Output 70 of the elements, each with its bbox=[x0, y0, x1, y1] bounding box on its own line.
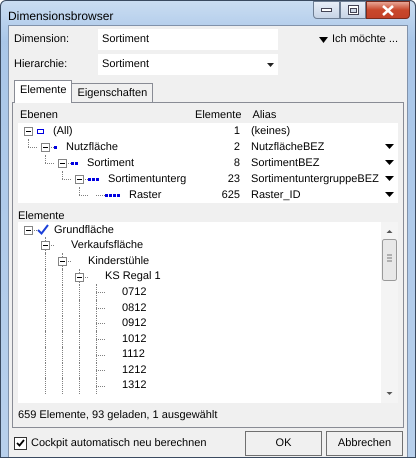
dropdown-arrow-icon[interactable] bbox=[385, 176, 394, 182]
tree-item[interactable]: 0812 bbox=[122, 300, 146, 316]
close-button[interactable] bbox=[366, 1, 410, 19]
tree-item[interactable]: 1012 bbox=[122, 330, 146, 348]
tree-item[interactable]: Grundfläche bbox=[54, 222, 114, 238]
column-header[interactable]: Elemente bbox=[195, 107, 242, 124]
tree-item[interactable]: 0912 bbox=[122, 315, 146, 332]
checkbox-label[interactable]: Cockpit automatisch neu berechnen bbox=[31, 434, 206, 452]
level-icon bbox=[71, 162, 79, 164]
tab[interactable]: Elemente bbox=[14, 80, 72, 103]
level-name: Sortimentunterg bbox=[108, 172, 186, 187]
count-cell-text: 23 bbox=[226, 172, 240, 187]
dialog-button[interactable]: Abbrechen bbox=[326, 430, 403, 456]
level-name: Raster bbox=[129, 188, 162, 203]
column-header[interactable]: Ebenen bbox=[18, 107, 195, 124]
collapse-toggle[interactable] bbox=[41, 143, 50, 152]
maximize-button[interactable] bbox=[340, 1, 366, 19]
dropdown-arrow-icon[interactable] bbox=[385, 160, 394, 166]
collapse-toggle[interactable] bbox=[58, 159, 67, 168]
tree-item[interactable]: 1212 bbox=[122, 362, 146, 378]
tree-item[interactable]: Verkaufsfläche bbox=[71, 237, 144, 254]
menu-link[interactable]: Ich möchte ... bbox=[318, 29, 398, 50]
level-name: (All) bbox=[53, 124, 73, 139]
caret-icon bbox=[318, 36, 328, 42]
tree-item[interactable]: KS Regal 1 bbox=[105, 268, 161, 285]
dropdown-arrow-icon[interactable] bbox=[385, 144, 394, 150]
column-header[interactable]: Alias bbox=[241, 107, 276, 124]
field-label: Dimension: bbox=[13, 32, 70, 48]
checkbox[interactable] bbox=[14, 436, 27, 450]
level-icon bbox=[37, 128, 44, 134]
collapse-toggle[interactable] bbox=[24, 226, 33, 235]
alias-cell-text: (keines) bbox=[250, 124, 290, 139]
maximize-icon bbox=[348, 5, 358, 15]
section-label: Elemente bbox=[18, 209, 66, 222]
field-label: Hierarchie: bbox=[13, 57, 68, 72]
dialog-button[interactable]: OK bbox=[245, 430, 322, 456]
alias-cell-text: Raster_ID bbox=[250, 188, 301, 203]
window-title: Dimensionsbrowser bbox=[8, 8, 114, 25]
count-cell-text: 625 bbox=[220, 188, 240, 203]
collapse-toggle[interactable] bbox=[75, 272, 84, 282]
tree-item[interactable]: 1312 bbox=[122, 377, 146, 394]
level-icon bbox=[105, 194, 121, 196]
scroll-thumb[interactable] bbox=[382, 239, 397, 281]
status-text: 659 Elemente, 93 geladen, 1 ausgewählt bbox=[18, 408, 218, 423]
alias-cell-text: SortimentuntergruppeBEZ bbox=[250, 172, 379, 187]
tab[interactable]: Eigenschaften bbox=[71, 83, 154, 102]
minimize-icon bbox=[321, 8, 332, 12]
collapse-toggle[interactable] bbox=[58, 256, 67, 266]
tree-item[interactable]: 1112 bbox=[122, 346, 145, 363]
tree-item[interactable]: Kinderstühle bbox=[88, 252, 150, 270]
level-name: Sortiment bbox=[87, 156, 134, 171]
collapse-toggle[interactable] bbox=[75, 175, 84, 184]
text-field[interactable]: Sortiment bbox=[98, 29, 278, 50]
level-icon bbox=[54, 146, 58, 148]
alias-cell-text: SortimentBEZ bbox=[250, 156, 320, 171]
scrollbar[interactable] bbox=[381, 222, 398, 403]
collapse-toggle[interactable] bbox=[24, 127, 33, 136]
count-cell-text: 1 bbox=[232, 124, 240, 139]
tree-item[interactable]: 0712 bbox=[122, 284, 146, 300]
close-icon bbox=[382, 4, 394, 16]
count-cell-text: 8 bbox=[232, 156, 240, 171]
collapse-toggle[interactable] bbox=[41, 241, 50, 250]
level-name: Nutzfläche bbox=[66, 140, 118, 155]
dropdown-arrow-icon bbox=[267, 62, 274, 66]
minimize-button[interactable] bbox=[313, 1, 340, 19]
alias-cell-text: NutzflächeBEZ bbox=[250, 140, 324, 155]
dropdown-arrow-icon[interactable] bbox=[385, 192, 394, 198]
dropdown-field[interactable]: Sortiment bbox=[98, 54, 278, 75]
count-cell-text: 2 bbox=[232, 140, 240, 155]
level-icon bbox=[88, 178, 100, 180]
